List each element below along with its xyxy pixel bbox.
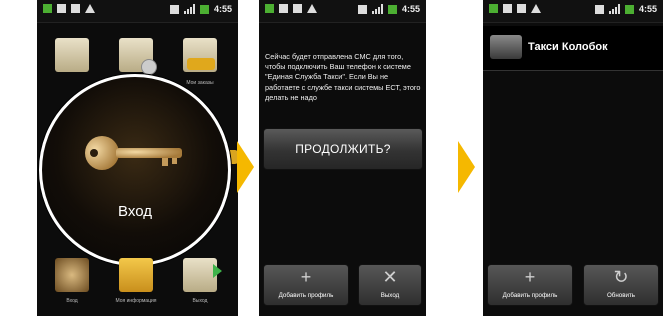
- green-arrow-icon: [213, 264, 222, 278]
- my-info-label: Моя информация: [115, 298, 157, 304]
- exit-taxi-icon[interactable]: [183, 258, 222, 292]
- vibrate-icon: [357, 4, 367, 14]
- signal-icon: [183, 4, 195, 14]
- close-icon: ✕: [382, 267, 398, 287]
- screen-profiles: 4:55 Такси Колобок + Добавить профиль ↻ …: [483, 0, 663, 316]
- vibrate-icon: [594, 4, 604, 14]
- voicemail-icon: [293, 4, 302, 13]
- refresh-button[interactable]: ↻ Обновить: [583, 264, 659, 306]
- status-time: 4:55: [213, 4, 232, 14]
- clipboard-clock-icon[interactable]: [119, 38, 157, 75]
- plus-icon: +: [524, 267, 536, 287]
- add-profile-label: Добавить профиль: [278, 292, 334, 299]
- profile-title: Такси Колобок: [528, 41, 608, 53]
- warning-icon: [307, 4, 317, 13]
- add-profile-button[interactable]: + Добавить профиль: [263, 264, 349, 306]
- status-time: 4:55: [401, 4, 420, 14]
- folder-icon[interactable]: [119, 258, 153, 292]
- step-arrow-1: [237, 141, 254, 193]
- login-highlight[interactable]: Вход: [39, 74, 231, 266]
- refresh-icon: ↻: [613, 267, 629, 287]
- profile-list-item[interactable]: Такси Колобок: [483, 26, 663, 71]
- usb-icon: [503, 4, 512, 13]
- warning-icon: [531, 4, 541, 13]
- battery-icon: [387, 4, 397, 14]
- continue-button[interactable]: ПРОДОЛЖИТЬ?: [263, 128, 423, 170]
- usb-icon: [57, 4, 66, 13]
- status-time: 4:55: [638, 4, 657, 14]
- status-bar: 4:55: [483, 0, 663, 23]
- exit-label: Выход: [380, 292, 400, 299]
- profile-thumbnail: [490, 35, 522, 59]
- exit-label: Выход: [192, 298, 208, 304]
- usb-icon: [279, 4, 288, 13]
- notification-icon: [43, 4, 52, 13]
- taxi-clipboard-icon[interactable]: [183, 38, 217, 72]
- warning-icon: [85, 4, 95, 13]
- taxi-car-icon: [187, 58, 215, 70]
- screen-confirm-sms: 4:55 Сейчас будет отправлена СМС для тог…: [259, 0, 426, 316]
- notification-icon: [265, 4, 274, 13]
- key-small-icon[interactable]: [55, 258, 89, 292]
- refresh-label: Обновить: [606, 292, 636, 299]
- plus-icon: +: [300, 267, 312, 287]
- voicemail-icon: [71, 4, 80, 13]
- notification-icon: [489, 4, 498, 13]
- screen-main-menu: 4:55 Мои заказы Вход Вход Моя информация…: [37, 0, 238, 316]
- login-label: Вход: [118, 203, 152, 220]
- battery-icon: [199, 4, 209, 14]
- vibrate-icon: [169, 4, 179, 14]
- battery-icon: [624, 4, 634, 14]
- voicemail-icon: [517, 4, 526, 13]
- exit-button[interactable]: ✕ Выход: [358, 264, 422, 306]
- clipboard-icon[interactable]: [55, 38, 89, 72]
- bottom-login-label: Вход: [66, 298, 78, 304]
- status-bar: 4:55: [37, 0, 238, 23]
- key-icon: [85, 136, 182, 170]
- step-arrow-2: [458, 141, 475, 193]
- add-profile-label: Добавить профиль: [502, 292, 558, 299]
- my-orders-label: Мои заказы: [186, 80, 214, 86]
- add-profile-button[interactable]: + Добавить профиль: [487, 264, 573, 306]
- signal-icon: [371, 4, 383, 14]
- signal-icon: [608, 4, 620, 14]
- status-bar: 4:55: [259, 0, 426, 23]
- sms-message-text: Сейчас будет отправлена СМС для того, чт…: [265, 52, 421, 102]
- clock-icon: [141, 59, 157, 75]
